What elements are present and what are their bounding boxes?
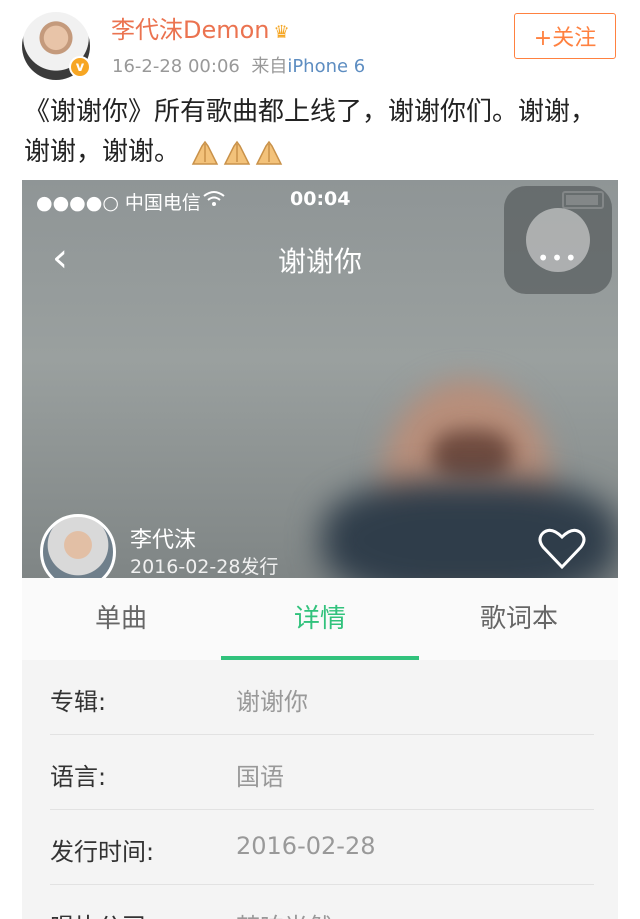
post-meta: 16-2-28 00:06 来自iPhone 6 <box>112 52 365 78</box>
detail-row-label-company: 唱片公司: 梵响光然 <box>22 885 618 919</box>
praying-hands-icon <box>224 140 251 165</box>
detail-row-language: 语言: 国语 <box>22 735 618 810</box>
artist-name[interactable]: 李代沫 <box>130 522 196 554</box>
detail-row-release-date: 发行时间: 2016-02-28 <box>22 810 618 885</box>
status-time: 00:04 <box>290 188 351 210</box>
follow-button[interactable]: +关注 <box>514 13 616 59</box>
detail-label: 发行时间: <box>50 838 155 866</box>
tab-bar: 单曲 详情 歌词本 <box>22 578 618 660</box>
release-date: 2016-02-28发行 <box>130 556 279 578</box>
wifi-icon <box>203 191 225 206</box>
verified-v-icon: v <box>69 56 91 78</box>
detail-value: 梵响光然 <box>236 907 332 919</box>
username-link[interactable]: 李代沫Demon ♛ <box>111 10 290 45</box>
post-timestamp[interactable]: 16-2-28 00:06 <box>112 56 240 77</box>
tab-singles[interactable]: 单曲 <box>22 578 220 660</box>
carrier-label: ●●●●○ 中国电信 <box>36 192 201 214</box>
detail-label: 语言: <box>50 763 107 791</box>
tab-lyrics-book[interactable]: 歌词本 <box>420 578 618 660</box>
post-source[interactable]: iPhone 6 <box>287 56 365 77</box>
more-dots-icon[interactable]: ••• <box>504 246 612 270</box>
assistive-touch-button[interactable]: ••• <box>504 186 612 294</box>
tab-details[interactable]: 详情 <box>221 578 419 660</box>
details-list: 专辑: 谢谢你 语言: 国语 发行时间: 2016-02-28 唱片公司: 梵响… <box>22 660 618 919</box>
detail-value: 2016-02-28 <box>236 832 376 860</box>
post-body: 《谢谢你》所有歌曲都上线了，谢谢你们。谢谢，谢谢，谢谢。 <box>24 92 614 172</box>
praying-hands-icon <box>256 140 283 165</box>
heart-outline-icon[interactable] <box>537 525 587 571</box>
detail-value: 谢谢你 <box>236 688 308 716</box>
post-text: 《谢谢你》所有歌曲都上线了，谢谢你们。谢谢，谢谢，谢谢。 <box>24 97 597 167</box>
detail-label: 专辑: <box>50 688 107 716</box>
praying-hands-icon <box>192 140 219 165</box>
username-text[interactable]: 李代沫Demon <box>111 16 270 44</box>
source-prefix: 来自 <box>251 56 288 77</box>
detail-value: 国语 <box>236 763 284 791</box>
attached-screenshot[interactable]: ●●●●○ 中国电信 00:04 ‹ 谢谢你 ••• 李代沫 2016-02-2… <box>22 180 618 919</box>
post-header: v 李代沫Demon ♛ 16-2-28 00:06 来自iPhone 6 +关注 <box>0 0 640 90</box>
crown-icon: ♛ <box>273 22 290 43</box>
detail-label: 唱片公司: <box>50 907 154 919</box>
hero-beard-blur <box>432 430 512 480</box>
detail-row-album: 专辑: 谢谢你 <box>22 660 618 735</box>
